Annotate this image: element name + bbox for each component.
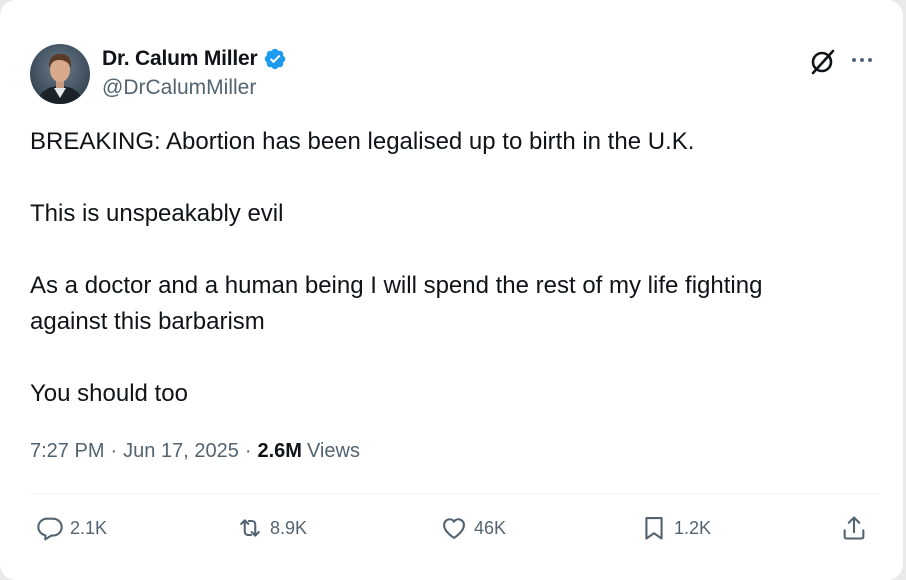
views-count: 2.6M (257, 440, 302, 462)
author-handle[interactable]: @DrCalumMiller (102, 76, 256, 100)
retweet-count: 8.9K (270, 517, 308, 538)
tweet-paragraph: As a doctor and a human being I will spe… (30, 272, 763, 335)
heart-icon (443, 518, 465, 539)
like-button[interactable]: 46K (440, 510, 506, 546)
avatar[interactable] (30, 44, 90, 104)
bookmark-count: 1.2K (674, 517, 712, 538)
author-name-row[interactable]: Dr. Calum Miller (102, 45, 287, 73)
retweet-icon (240, 519, 260, 537)
grok-icon[interactable] (807, 45, 839, 77)
meta-separator: · (110, 440, 118, 462)
profile-photo-icon (30, 44, 90, 104)
retweet-button[interactable]: 8.9K (236, 510, 307, 546)
share-button[interactable] (840, 510, 874, 546)
reply-count: 2.1K (70, 517, 108, 538)
bookmark-button[interactable]: 1.2K (640, 510, 711, 546)
action-bar: 2.1K 8.9K 46K 1.2K (30, 510, 878, 546)
tweet-paragraph: BREAKING: Abortion has been legalised up… (30, 128, 695, 155)
tweet-time[interactable]: 7:27 PM (30, 440, 104, 463)
reply-icon (37, 517, 63, 541)
tweet-paragraph: You should too (30, 380, 188, 407)
tweet-card: Dr. Calum Miller @DrCalumMiller BREAKING… (0, 0, 903, 580)
tweet-date[interactable]: Jun 17, 2025 (123, 440, 239, 463)
verified-badge-icon[interactable] (263, 47, 287, 71)
more-options-icon[interactable] (848, 48, 876, 72)
divider (30, 493, 878, 494)
tweet-paragraph: This is unspeakably evil (30, 200, 284, 227)
meta-separator: · (244, 440, 252, 462)
tweet-text: BREAKING: Abortion has been legalised up… (30, 124, 870, 412)
share-icon (843, 516, 865, 540)
author-display-name[interactable]: Dr. Calum Miller (102, 47, 258, 71)
views-label: Views (306, 440, 360, 462)
like-count: 46K (474, 517, 507, 538)
reply-button[interactable]: 2.1K (36, 510, 107, 546)
bookmark-icon (645, 517, 663, 540)
tweet-meta: 7:27 PM · Jun 17, 2025 · 2.6M Views (30, 440, 360, 463)
